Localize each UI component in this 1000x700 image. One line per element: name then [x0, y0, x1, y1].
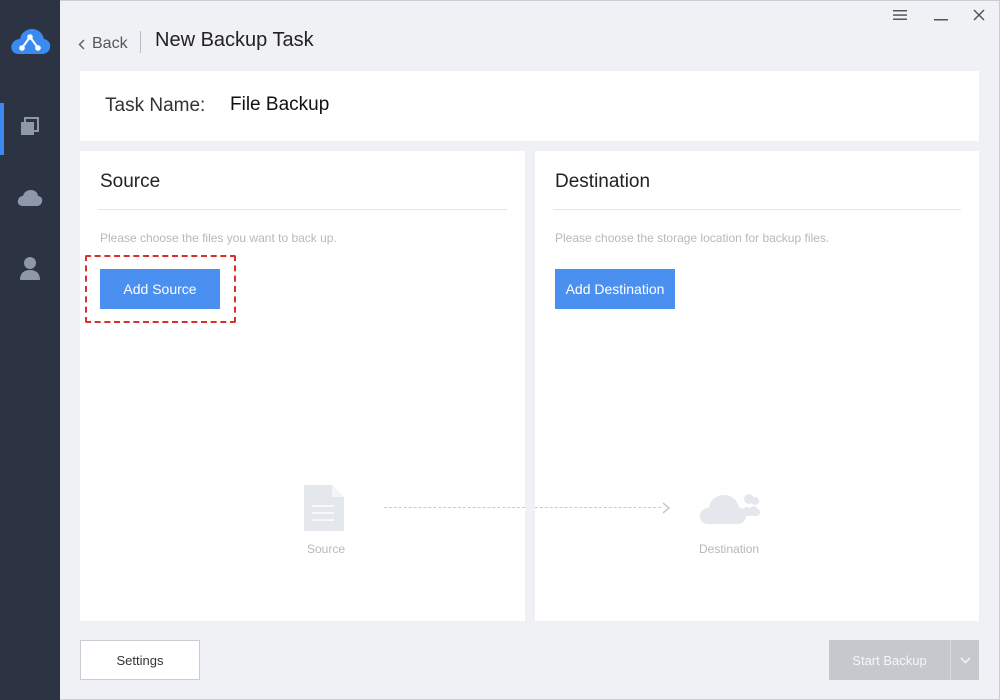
- settings-button[interactable]: Settings: [80, 640, 200, 680]
- file-icon: [304, 485, 344, 536]
- app-logo-icon: [9, 24, 51, 58]
- main-area: Back New Backup Task Task Name: File Bac…: [60, 0, 1000, 700]
- flow-line-left: [384, 507, 525, 508]
- start-backup-button[interactable]: Start Backup: [829, 640, 950, 680]
- chevron-down-icon: [959, 651, 971, 669]
- task-name-card: Task Name: File Backup: [80, 71, 979, 141]
- chevron-left-icon: [78, 38, 85, 50]
- destination-hint: Please choose the storage location for b…: [555, 231, 830, 245]
- menu-icon: [893, 8, 907, 26]
- destination-divider: [553, 209, 961, 210]
- source-title: Source: [100, 171, 161, 192]
- add-source-button[interactable]: Add Source: [100, 269, 220, 309]
- sidebar-item-cloud[interactable]: [0, 174, 60, 226]
- sidebar-item-account[interactable]: [0, 244, 60, 296]
- page-title: New Backup Task: [155, 29, 314, 51]
- header-divider: [140, 31, 141, 53]
- sidebar-item-backup[interactable]: [0, 103, 60, 155]
- minimize-icon: [934, 8, 948, 26]
- menu-button[interactable]: [889, 7, 911, 27]
- source-hint: Please choose the files you want to back…: [100, 231, 337, 245]
- task-name-field[interactable]: File Backup: [230, 94, 329, 116]
- flow-source-label: Source: [307, 542, 346, 556]
- cloud-icon: [17, 189, 43, 212]
- add-destination-button[interactable]: Add Destination: [555, 269, 675, 309]
- task-name-label: Task Name:: [105, 95, 206, 116]
- copy-icon: [19, 116, 41, 143]
- close-button[interactable]: [968, 7, 990, 27]
- flow-destination-label: Destination: [699, 542, 760, 556]
- arrow-right-icon: [659, 501, 671, 519]
- cloud-storage-icon: [699, 491, 761, 530]
- destination-panel: Destination Please choose the storage lo…: [535, 151, 979, 621]
- destination-title: Destination: [555, 171, 651, 192]
- back-button[interactable]: Back: [78, 34, 128, 54]
- close-icon: [973, 8, 985, 26]
- start-backup-dropdown[interactable]: [950, 640, 979, 680]
- minimize-button[interactable]: [930, 7, 952, 27]
- source-divider: [98, 209, 507, 210]
- sidebar: [0, 0, 60, 700]
- back-label: Back: [92, 35, 128, 52]
- user-icon: [19, 256, 41, 285]
- flow-line-right: [535, 507, 661, 508]
- source-panel: Source Please choose the files you want …: [80, 151, 525, 621]
